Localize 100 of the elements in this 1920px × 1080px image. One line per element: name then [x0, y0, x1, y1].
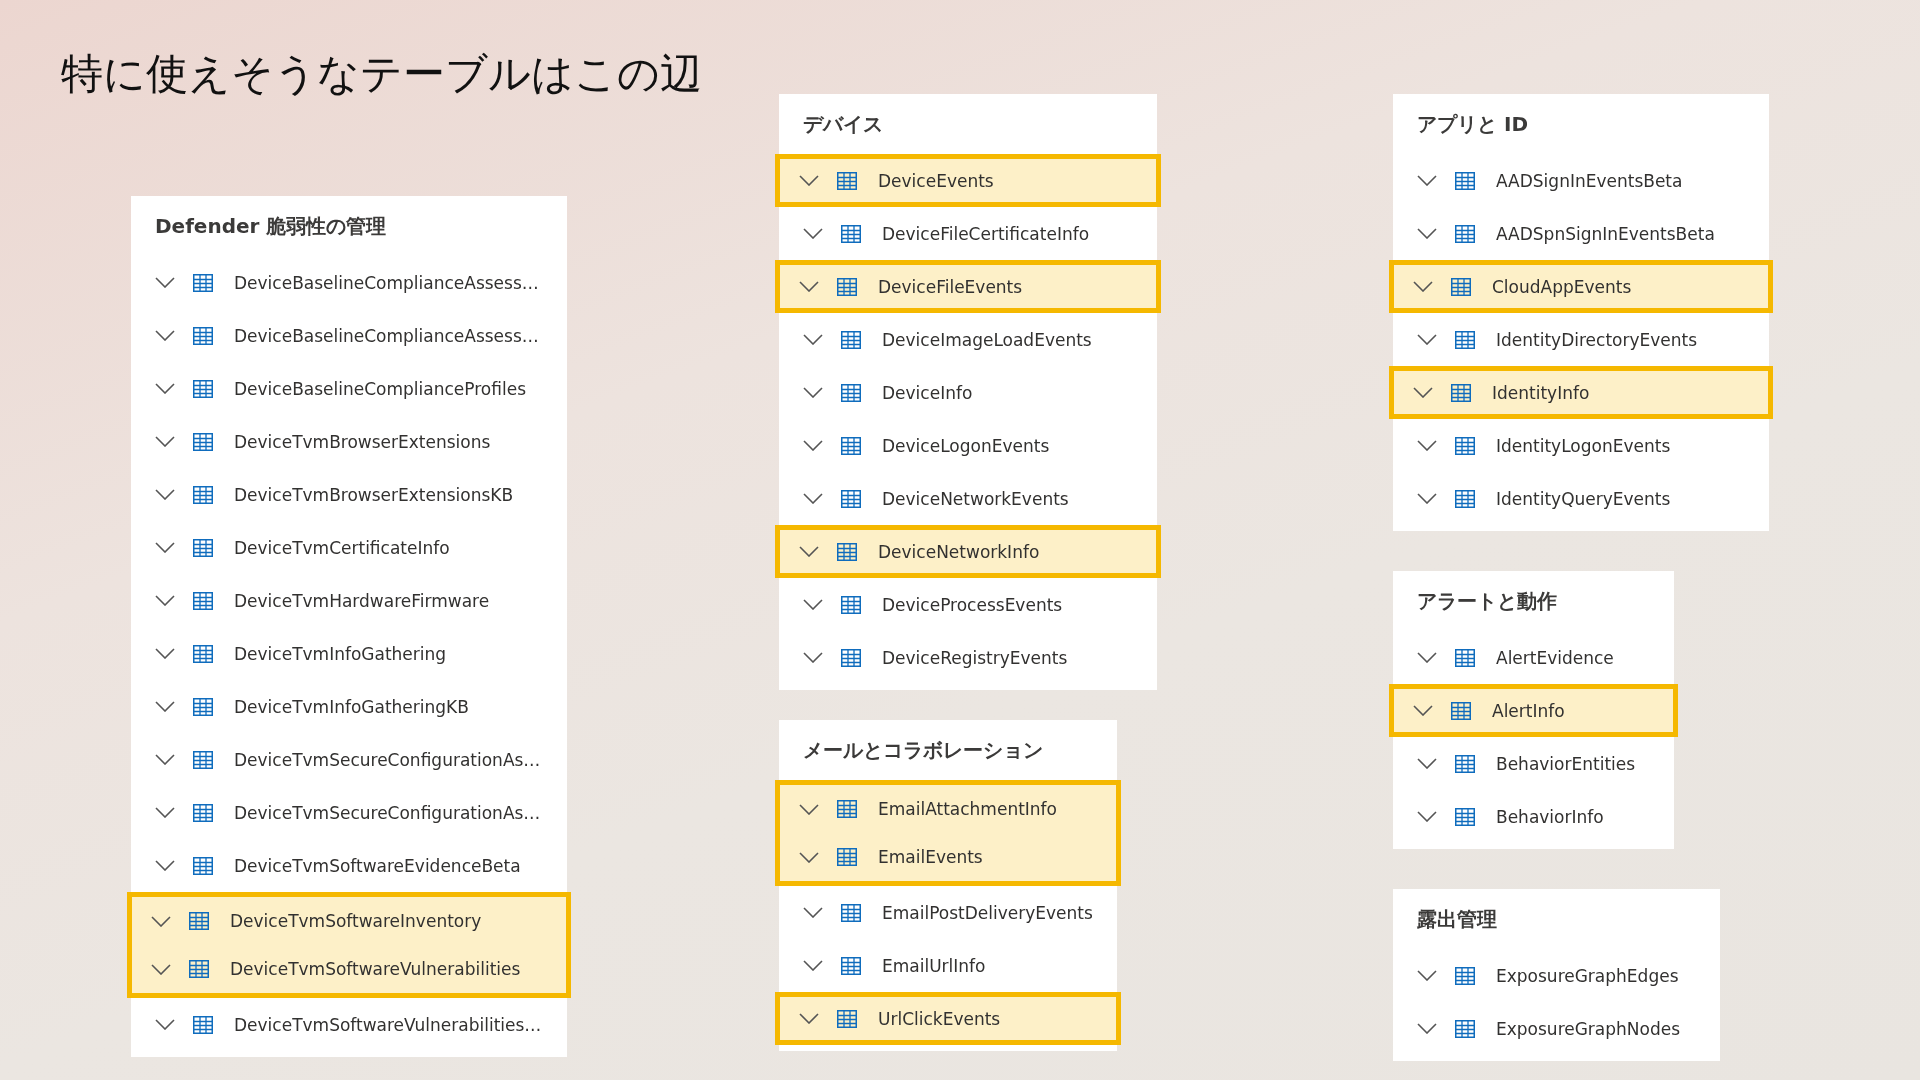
table-list-item[interactable]: ExposureGraphNodes: [1393, 1002, 1720, 1055]
chevron-down-icon: [1417, 970, 1437, 981]
table-list-item[interactable]: CloudAppEvents: [1389, 260, 1773, 313]
table-icon: [841, 648, 861, 667]
table-list-item[interactable]: DeviceRegistryEvents: [779, 631, 1157, 684]
table-list-item[interactable]: DeviceTvmSecureConfigurationAs…: [131, 733, 567, 786]
table-icon: [837, 800, 857, 818]
table-list-item[interactable]: DeviceFileCertificateInfo: [779, 207, 1157, 260]
table-icon: [837, 848, 857, 866]
table-list-item[interactable]: DeviceTvmSoftwareVulnerabilities…: [131, 998, 567, 1051]
chevron-down-icon: [799, 546, 819, 557]
chevron-down-icon: [155, 648, 175, 659]
table-list-item[interactable]: EmailAttachmentInfo: [775, 780, 1121, 833]
table-list-item[interactable]: DeviceTvmSoftwareInventory: [127, 892, 571, 945]
table-icon: [193, 697, 213, 716]
table-list-item[interactable]: DeviceTvmCertificateInfo: [131, 521, 567, 574]
table-icon: [1455, 224, 1475, 243]
table-list-item[interactable]: IdentityDirectoryEvents: [1393, 313, 1769, 366]
chevron-down-icon: [803, 652, 823, 663]
chevron-down-icon: [799, 175, 819, 186]
chevron-down-icon: [1417, 652, 1437, 663]
chevron-down-icon: [155, 754, 175, 765]
table-list-item[interactable]: DeviceTvmSecureConfigurationAs…: [131, 786, 567, 839]
table-list-item[interactable]: DeviceNetworkInfo: [775, 525, 1161, 578]
table-list-item[interactable]: IdentityQueryEvents: [1393, 472, 1769, 525]
table-list-item[interactable]: DeviceFileEvents: [775, 260, 1161, 313]
table-icon: [841, 383, 861, 402]
table-icon: [193, 1015, 213, 1034]
table-list-item[interactable]: DeviceLogonEvents: [779, 419, 1157, 472]
chevron-down-icon: [799, 1013, 819, 1024]
table-list-item[interactable]: EmailPostDeliveryEvents: [779, 886, 1117, 939]
chevron-down-icon: [799, 803, 819, 815]
table-list-item[interactable]: DeviceBaselineComplianceProfiles: [131, 362, 567, 415]
table-list-item[interactable]: DeviceEvents: [775, 154, 1161, 207]
table-list-item[interactable]: IdentityLogonEvents: [1393, 419, 1769, 472]
chevron-down-icon: [1417, 493, 1437, 504]
table-list-item[interactable]: DeviceBaselineComplianceAssess…: [131, 309, 567, 362]
table-icon: [193, 644, 213, 663]
table-icon: [841, 436, 861, 455]
table-icon: [1451, 277, 1471, 296]
table-list-item[interactable]: AADSignInEventsBeta: [1393, 154, 1769, 207]
table-icon: [193, 591, 213, 610]
chevron-down-icon: [155, 542, 175, 553]
table-list-item[interactable]: IdentityInfo: [1389, 366, 1773, 419]
table-list-item[interactable]: DeviceNetworkEvents: [779, 472, 1157, 525]
chevron-down-icon: [803, 334, 823, 345]
table-icon: [193, 379, 213, 398]
table-icon: [841, 330, 861, 349]
table-list-item[interactable]: DeviceTvmBrowserExtensions: [131, 415, 567, 468]
chevron-down-icon: [155, 701, 175, 712]
table-list-item[interactable]: EmailEvents: [775, 833, 1121, 886]
table-list-item[interactable]: DeviceTvmBrowserExtensionsKB: [131, 468, 567, 521]
table-icon: [193, 485, 213, 504]
panel-heading: デバイス: [802, 110, 884, 138]
table-icon: [1455, 807, 1475, 826]
chevron-down-icon: [803, 960, 823, 971]
chevron-down-icon: [151, 963, 171, 975]
chevron-down-icon: [1417, 175, 1437, 186]
table-icon: [193, 326, 213, 345]
table-list-item[interactable]: BehaviorInfo: [1393, 790, 1674, 843]
table-list-item[interactable]: AlertEvidence: [1393, 631, 1674, 684]
chevron-down-icon: [151, 915, 171, 927]
chevron-down-icon: [155, 489, 175, 500]
chevron-down-icon: [1417, 440, 1437, 451]
chevron-down-icon: [155, 277, 175, 288]
table-list-item[interactable]: DeviceInfo: [779, 366, 1157, 419]
table-list-item[interactable]: DeviceTvmInfoGatheringKB: [131, 680, 567, 733]
chevron-down-icon: [1413, 387, 1433, 398]
table-icon: [189, 912, 209, 930]
table-icon: [1455, 648, 1475, 667]
table-list-item[interactable]: EmailUrlInfo: [779, 939, 1117, 992]
table-list-item[interactable]: ExposureGraphEdges: [1393, 949, 1720, 1002]
table-icon: [837, 277, 857, 296]
table-icon: [193, 803, 213, 822]
table-list-item[interactable]: DeviceImageLoadEvents: [779, 313, 1157, 366]
table-list-item[interactable]: AlertInfo: [1389, 684, 1678, 737]
chevron-down-icon: [803, 599, 823, 610]
table-icon: [841, 956, 861, 975]
table-list-item[interactable]: DeviceTvmInfoGathering: [131, 627, 567, 680]
table-list-item[interactable]: UrlClickEvents: [775, 992, 1121, 1045]
table-icon: [841, 903, 861, 922]
chevron-down-icon: [803, 387, 823, 398]
chevron-down-icon: [799, 281, 819, 292]
panel-heading: アラートと動作: [1416, 587, 1558, 615]
chevron-down-icon: [803, 907, 823, 918]
table-icon: [193, 538, 213, 557]
table-icon: [841, 224, 861, 243]
table-list-item[interactable]: DeviceProcessEvents: [779, 578, 1157, 631]
table-list-item[interactable]: DeviceTvmSoftwareVulnerabilities: [127, 945, 571, 998]
table-list-item[interactable]: AADSpnSignInEventsBeta: [1393, 207, 1769, 260]
table-icon: [1455, 754, 1475, 773]
table-list-item[interactable]: DeviceTvmSoftwareEvidenceBeta: [131, 839, 567, 892]
panel-heading: メールとコラボレーション: [802, 736, 1044, 764]
table-list-item[interactable]: DeviceBaselineComplianceAssess…: [131, 256, 567, 309]
table-list-item[interactable]: DeviceTvmHardwareFirmware: [131, 574, 567, 627]
chevron-down-icon: [803, 228, 823, 239]
table-list-item[interactable]: BehaviorEntities: [1393, 737, 1674, 790]
table-icon: [1451, 383, 1471, 402]
chevron-down-icon: [1417, 811, 1437, 822]
chevron-down-icon: [1417, 1023, 1437, 1034]
